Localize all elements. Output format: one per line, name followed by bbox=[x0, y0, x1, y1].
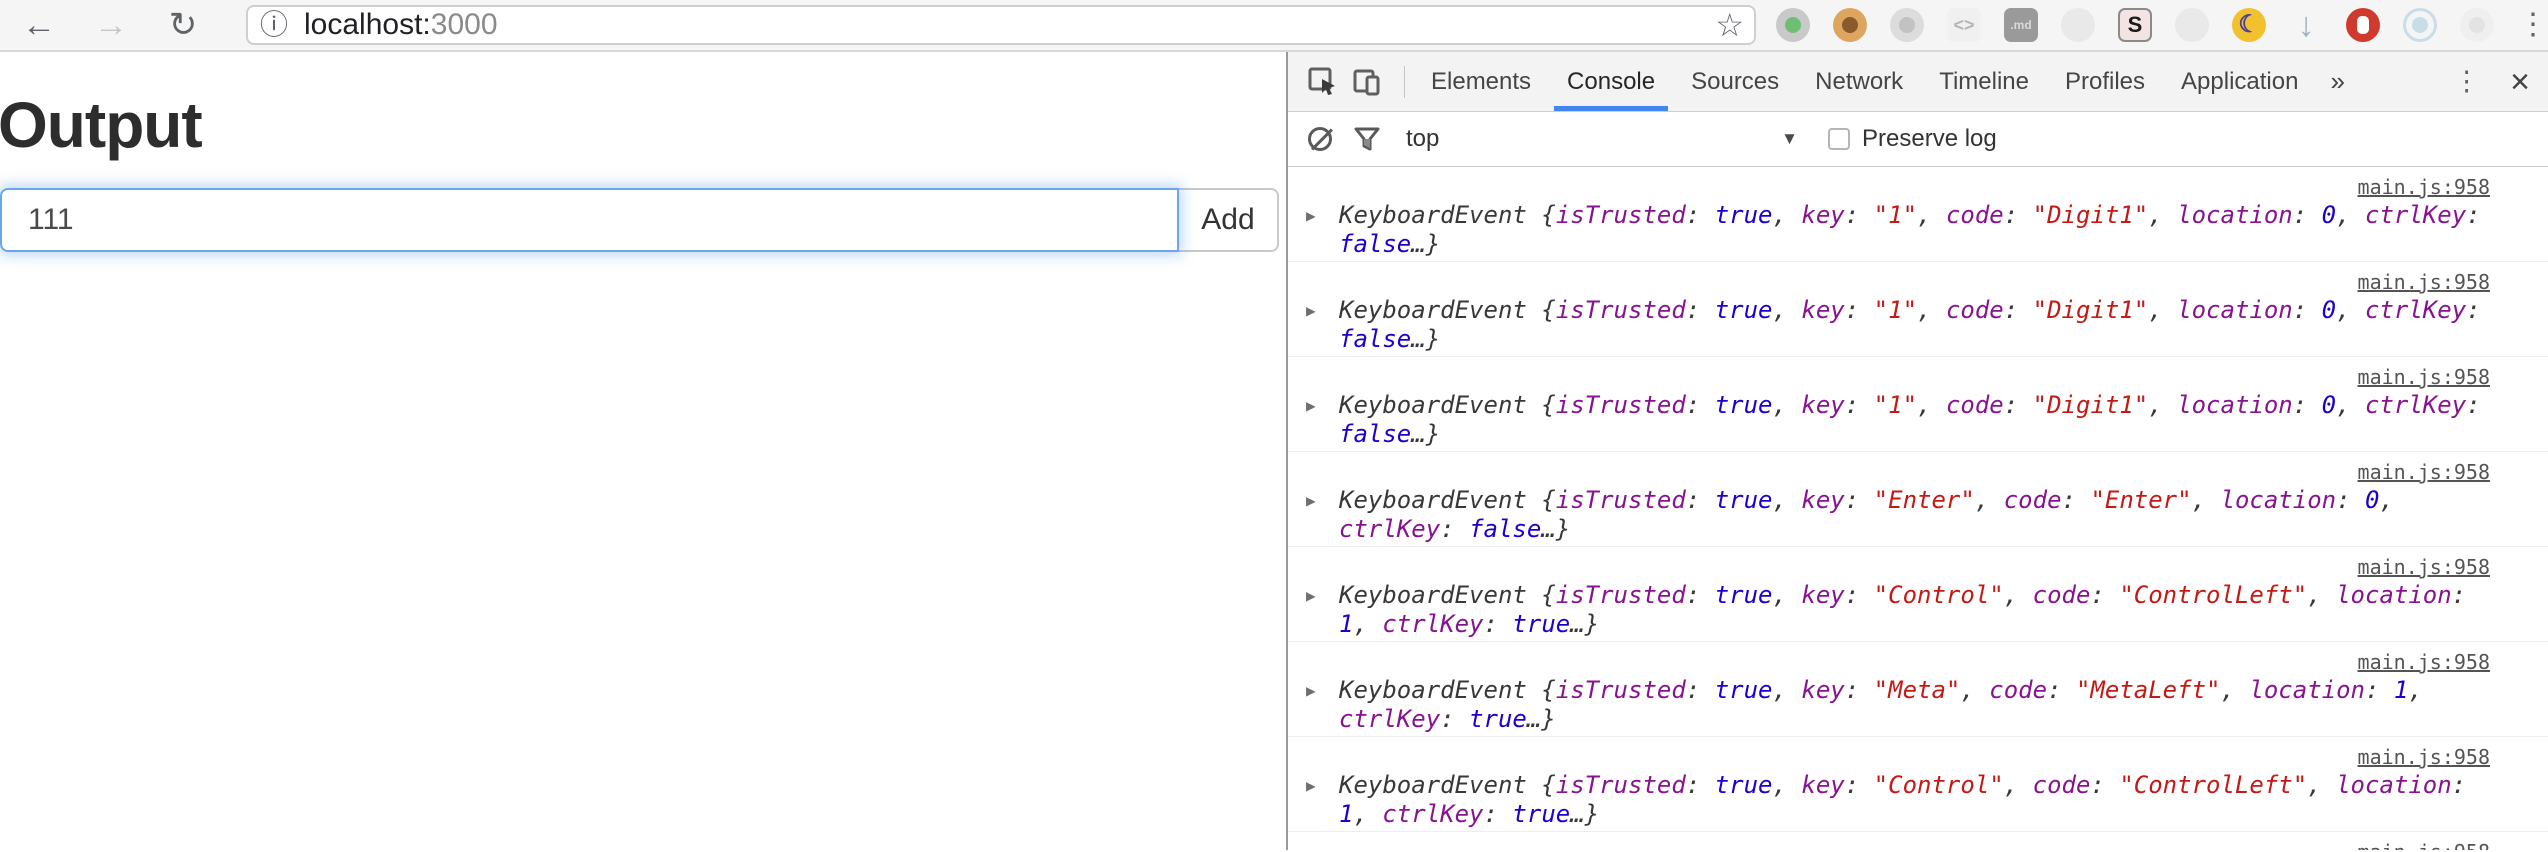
url-bar[interactable]: ⓘ localhost: 3000 ☆ bbox=[246, 5, 1756, 45]
bookmark-star-icon[interactable]: ☆ bbox=[1715, 9, 1744, 41]
console-entry: main.js:958 ▶ KeyboardEvent {isTrusted: tr… bbox=[1288, 452, 2548, 547]
expand-triangle-icon[interactable]: ▶ bbox=[1306, 201, 1339, 259]
active-tab-underline bbox=[1554, 106, 1669, 111]
console-message: KeyboardEvent {isTrusted: true, key: "Co… bbox=[1339, 581, 2467, 638]
tab-label: Timeline bbox=[1939, 67, 2029, 95]
console-message: KeyboardEvent {isTrusted: true, key: "1"… bbox=[1339, 201, 2481, 258]
console-entry: main.js:958 ▶ KeyboardEvent {isTrusted: tr… bbox=[1288, 642, 2548, 737]
web-page: Output Add bbox=[0, 52, 1286, 850]
s-letter-extension-icon[interactable]: S bbox=[2118, 8, 2152, 42]
console-entry: main.js:958 ▶ KeyboardEvent {isTrusted: tr… bbox=[1288, 547, 2548, 642]
expand-triangle-icon[interactable]: ▶ bbox=[1306, 296, 1339, 354]
source-link[interactable]: main.js:958 bbox=[2358, 650, 2490, 674]
tab-console[interactable]: Console bbox=[1549, 52, 1673, 111]
device-toolbar-icon[interactable] bbox=[1352, 67, 1382, 97]
console-entry: main.js:958 ▶ KeyboardEvent {isTrusted: tr… bbox=[1288, 167, 2548, 262]
download-arrow-extension-icon[interactable]: ↓ bbox=[2289, 8, 2323, 42]
source-link[interactable]: main.js:958 bbox=[2358, 365, 2490, 389]
console-message: KeyboardEvent {isTrusted: true, key: "Me… bbox=[1339, 676, 2423, 733]
tab-sources[interactable]: Sources bbox=[1673, 52, 1797, 111]
chevron-down-icon: ▼ bbox=[1781, 129, 1798, 148]
dark-mode-moon-extension-icon[interactable]: ☾ bbox=[2232, 8, 2266, 42]
tab-label: Console bbox=[1567, 67, 1656, 95]
console-log: main.js:958 ▶ KeyboardEvent {isTrusted: tr… bbox=[1288, 167, 2548, 850]
browser-toolbar: ← → ↻ ⓘ localhost: 3000 ☆ <> .md S ☾ ↓ ⋮ bbox=[0, 0, 2548, 52]
swirl-gray-extension-icon[interactable] bbox=[1890, 8, 1924, 42]
browser-menu-icon[interactable]: ⋮ bbox=[2518, 10, 2548, 40]
source-link[interactable]: main.js:958 bbox=[2358, 460, 2490, 484]
page-title: Output bbox=[0, 89, 203, 161]
code-brackets-extension-icon[interactable]: <> bbox=[1947, 8, 1981, 42]
tab-elements[interactable]: Elements bbox=[1413, 52, 1549, 111]
execution-context-value: top bbox=[1406, 125, 1440, 152]
disabled-circle-extension-icon[interactable] bbox=[2061, 8, 2095, 42]
status-green-extension-icon[interactable] bbox=[1776, 8, 1810, 42]
reload-icon[interactable]: ↻ bbox=[166, 8, 200, 42]
console-toolbar: top ▼ Preserve log bbox=[1288, 112, 2548, 167]
cookie-extension-icon[interactable] bbox=[1833, 8, 1867, 42]
console-message: KeyboardEvent {isTrusted: true, key: "1"… bbox=[1339, 296, 2481, 353]
expand-triangle-icon[interactable]: ▶ bbox=[1306, 486, 1339, 544]
tab-label: Profiles bbox=[2065, 67, 2146, 95]
console-message: KeyboardEvent {isTrusted: true, key: "1"… bbox=[1339, 391, 2481, 448]
source-link[interactable]: main.js:958 bbox=[2358, 840, 2490, 850]
more-tabs-chevron[interactable]: » bbox=[2316, 66, 2358, 97]
devtools-close-icon[interactable]: × bbox=[2510, 65, 2530, 99]
source-link[interactable]: main.js:958 bbox=[2358, 745, 2490, 769]
disabled-circle-extension-icon-2[interactable] bbox=[2175, 8, 2209, 42]
console-message: KeyboardEvent {isTrusted: true, key: "En… bbox=[1339, 486, 2394, 543]
preserve-log-label: Preserve log bbox=[1862, 125, 1997, 152]
tab-profiles[interactable]: Profiles bbox=[2047, 52, 2163, 111]
stop-hand-extension-icon[interactable] bbox=[2346, 8, 2380, 42]
expand-triangle-icon[interactable]: ▶ bbox=[1306, 771, 1339, 829]
browser-window: ← → ↻ ⓘ localhost: 3000 ☆ <> .md S ☾ ↓ ⋮ Out… bbox=[0, 0, 2548, 852]
tab-strip: Elements Console Sources Network Timeline Pro… bbox=[1413, 52, 2316, 111]
source-link[interactable]: main.js:958 bbox=[2358, 175, 2490, 199]
expand-triangle-icon[interactable]: ▶ bbox=[1306, 391, 1339, 449]
add-button[interactable]: Add bbox=[1179, 188, 1279, 252]
tab-label: Application bbox=[2181, 67, 2299, 95]
tab-label: Elements bbox=[1431, 67, 1532, 95]
filter-icon[interactable] bbox=[1354, 126, 1380, 152]
expand-triangle-icon[interactable]: ▶ bbox=[1306, 676, 1339, 734]
console-entry: main.js:958 ▶ KeyboardEvent {isTrusted: tr… bbox=[1288, 262, 2548, 357]
tab-network[interactable]: Network bbox=[1797, 52, 1921, 111]
url-port: 3000 bbox=[430, 8, 498, 41]
tab-label: Network bbox=[1815, 67, 1904, 95]
tabbar-separator bbox=[1404, 65, 1405, 98]
preserve-log-checkbox[interactable] bbox=[1828, 128, 1850, 150]
page-info-icon[interactable]: ⓘ bbox=[260, 11, 288, 39]
inspect-element-icon[interactable] bbox=[1308, 67, 1338, 97]
extension-icons-row: <> .md S ☾ ↓ bbox=[1776, 8, 2494, 42]
console-message: KeyboardEvent {isTrusted: true, key: "Co… bbox=[1339, 771, 2467, 828]
tab-application[interactable]: Application bbox=[2163, 52, 2316, 111]
console-entry: main.js:958 ▶ KeyboardEvent {isTrusted: tr… bbox=[1288, 737, 2548, 832]
back-icon[interactable]: ← bbox=[22, 8, 56, 42]
react-atom-extension-icon[interactable] bbox=[2403, 8, 2437, 42]
forward-icon: → bbox=[94, 6, 128, 44]
source-link[interactable]: main.js:958 bbox=[2358, 270, 2490, 294]
input-group: Add bbox=[0, 188, 1279, 252]
console-entry: main.js:958 ▶ KeyboardEvent {isTrusted: tr… bbox=[1288, 357, 2548, 452]
devtools-menu-icon[interactable]: ⋮ bbox=[2453, 68, 2480, 95]
console-entry: main.js:958 bbox=[1288, 832, 2548, 850]
devtools-panel: Elements Console Sources Network Timeline Pro… bbox=[1288, 52, 2548, 850]
tab-timeline[interactable]: Timeline bbox=[1921, 52, 2047, 111]
expand-triangle-icon[interactable]: ▶ bbox=[1306, 581, 1339, 639]
item-input[interactable] bbox=[0, 188, 1179, 252]
clear-console-icon[interactable] bbox=[1308, 127, 1332, 151]
main-split: Output Add Elements Console Sources Network… bbox=[0, 52, 2548, 850]
url-host: localhost: bbox=[304, 8, 431, 41]
faint-swirl-extension-icon[interactable] bbox=[2460, 8, 2494, 42]
devtools-tabbar: Elements Console Sources Network Timeline Pro… bbox=[1288, 52, 2548, 112]
source-link[interactable]: main.js:958 bbox=[2358, 555, 2490, 579]
tab-label: Sources bbox=[1691, 67, 1780, 95]
markdown-doc-extension-icon[interactable]: .md bbox=[2004, 8, 2038, 42]
execution-context-select[interactable]: top ▼ bbox=[1406, 125, 1798, 153]
